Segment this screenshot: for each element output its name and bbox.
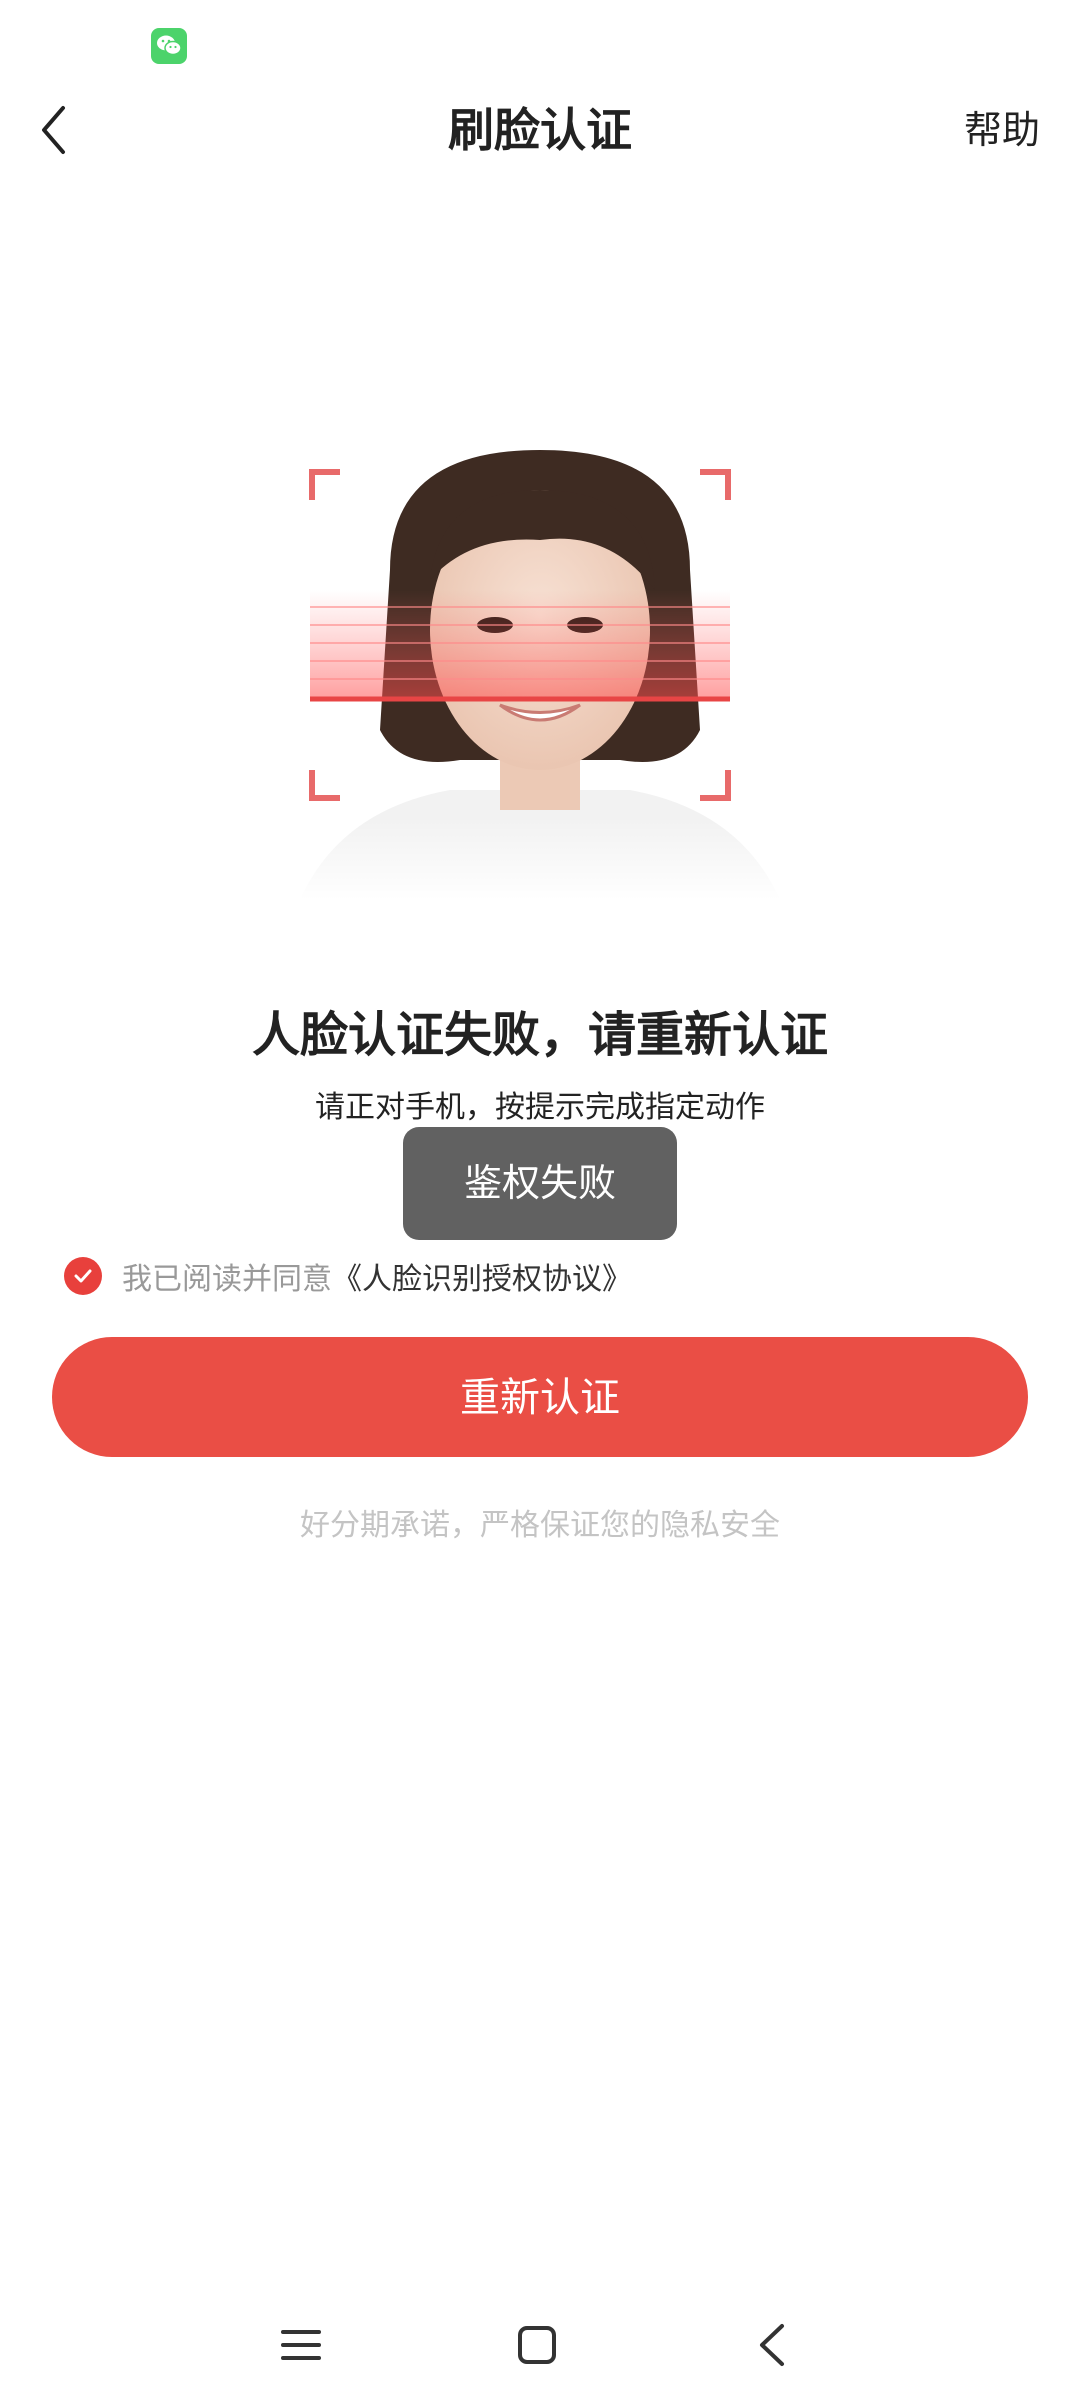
- face-scan-illustration: [280, 430, 800, 900]
- system-nav-bar: [0, 2290, 1080, 2400]
- result-subtitle: 请正对手机，按提示完成指定动作: [315, 1090, 765, 1125]
- privacy-note: 好分期承诺，严格保证您的隐私安全: [300, 1508, 780, 1543]
- menu-icon[interactable]: [266, 2310, 336, 2380]
- status-bar: [0, 0, 1080, 80]
- wechat-icon: [151, 28, 187, 64]
- nav-bar: 刷脸认证 帮助: [0, 80, 1080, 180]
- agreement-checkbox[interactable]: [64, 1257, 102, 1295]
- checkmark-icon: [74, 1269, 92, 1283]
- back-triangle-icon[interactable]: [738, 2310, 808, 2380]
- page-title: 刷脸认证: [448, 103, 632, 157]
- result-title: 人脸认证失败，请重新认证: [251, 1007, 828, 1063]
- agreement-link[interactable]: 《人脸识别授权协议》: [332, 1254, 632, 1298]
- help-button[interactable]: 帮助: [964, 102, 1040, 158]
- retry-button[interactable]: 重新认证: [52, 1337, 1028, 1457]
- agreement-row: 我已阅读并同意 《人脸识别授权协议》: [64, 1253, 632, 1299]
- error-toast: 鉴权失败: [403, 1127, 677, 1240]
- home-square-icon[interactable]: [502, 2310, 572, 2380]
- agreement-prefix: 我已阅读并同意: [122, 1262, 332, 1297]
